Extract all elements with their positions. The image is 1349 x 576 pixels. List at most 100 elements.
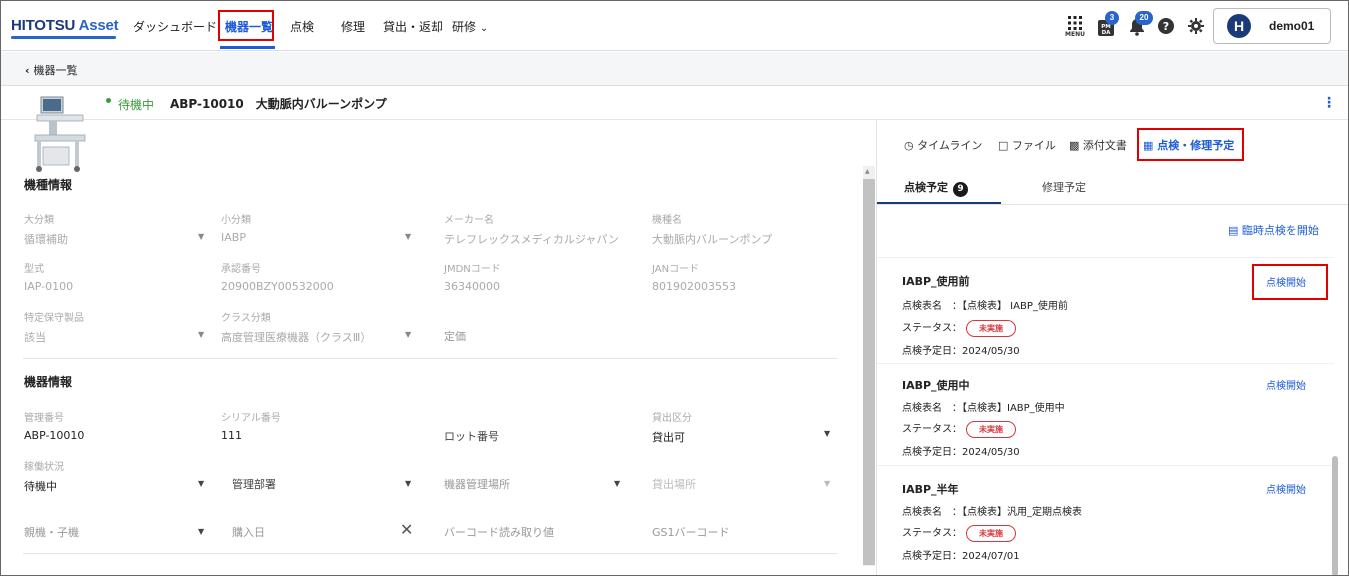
nav-loan-return[interactable]: 貸出・返却 — [383, 18, 443, 35]
nav-device-list[interactable]: 機器一覧 — [225, 18, 273, 35]
start-inspection-button[interactable]: 点検開始 — [1266, 481, 1306, 496]
status-badge: 未実施 — [966, 319, 1016, 337]
start-inspection-button[interactable]: 点検開始 — [1266, 377, 1306, 392]
lot-number-input[interactable]: ロット番号 — [444, 428, 499, 444]
dropdown-caret-icon[interactable]: ▼ — [198, 479, 204, 488]
dropdown-caret-icon[interactable]: ▼ — [198, 232, 204, 241]
section-device-info: 機器情報 — [24, 375, 73, 389]
inspection-status: ステータス： 未実施 — [902, 524, 1016, 542]
adhoc-inspection-button[interactable]: ▤ 臨時点検を開始 — [1228, 222, 1319, 238]
inspection-table-name: 点検表名 ：【点検表】 IABP_使用前 — [902, 297, 1068, 312]
divider — [23, 358, 837, 359]
tab-label: ファイル — [1011, 139, 1056, 152]
tab-inspection-repair-schedule[interactable]: ▦ 点検・修理予定 — [1143, 137, 1234, 153]
department-select[interactable]: 管理部署 — [232, 476, 276, 492]
field-type[interactable]: 型式 IAP-0100 — [24, 260, 73, 293]
avatar: H — [1227, 14, 1251, 38]
gear-icon[interactable] — [1187, 17, 1205, 35]
field-operation-status[interactable]: 稼働状況 待機中 — [24, 458, 64, 494]
subtab-inspection-schedule[interactable]: 点検予定 9 — [904, 179, 968, 197]
start-inspection-button[interactable]: 点検開始 — [1266, 274, 1306, 289]
back-link[interactable]: ‹ 機器一覧 — [25, 62, 78, 78]
scroll-up-icon[interactable]: ▲ — [865, 168, 870, 175]
nav-inspection[interactable]: 点検 — [290, 18, 314, 35]
inspection-date: 点検予定日：2024/05/30 — [902, 342, 1020, 357]
dropdown-caret-icon[interactable]: ▼ — [614, 479, 620, 488]
subtab-repair-schedule[interactable]: 修理予定 — [1042, 179, 1086, 195]
field-loan-category[interactable]: 貸出区分 貸出可 — [652, 409, 692, 445]
back-bar: ‹ 機器一覧 — [1, 52, 1348, 86]
dropdown-caret-icon[interactable]: ▼ — [824, 479, 830, 488]
status-dot-icon — [106, 98, 111, 103]
divider — [23, 553, 837, 554]
nav-training-label: 研修 — [452, 20, 477, 34]
line-label: ステータス — [902, 323, 952, 334]
field-management-number[interactable]: 管理番号 ABP-10010 — [24, 409, 84, 442]
bell-icon[interactable]: 20 — [1126, 11, 1153, 39]
loan-place-select[interactable]: 貸出場所 — [652, 476, 696, 492]
price-input[interactable]: 定価 — [444, 328, 466, 344]
dropdown-caret-icon[interactable]: ▼ — [405, 330, 411, 339]
inspection-card-title: IABP_使用前 — [902, 275, 970, 288]
field-value: 20900BZY00532000 — [221, 280, 334, 293]
field-jan-code[interactable]: JANコード 801902003553 — [652, 260, 736, 293]
field-specific-maintenance[interactable]: 特定保守製品 該当 — [24, 309, 84, 345]
device-status: 待機中 — [118, 98, 155, 112]
field-major-category[interactable]: 大分類 循環補助 — [24, 211, 68, 247]
pm-da-icon[interactable]: PM DA 3 — [1094, 11, 1119, 39]
scrollbar-thumb[interactable] — [863, 179, 875, 565]
field-label: 大分類 — [24, 215, 54, 226]
field-value: IABP — [221, 231, 246, 244]
line-value: ：2024/07/01 — [952, 551, 1020, 562]
field-label: 型式 — [24, 264, 44, 275]
inspection-card-title: IABP_半年 — [902, 483, 959, 496]
nav-repair[interactable]: 修理 — [341, 18, 365, 35]
nav-training[interactable]: 研修 ⌄ — [452, 18, 488, 35]
field-label: 承認番号 — [221, 264, 261, 275]
field-approval-number[interactable]: 承認番号 20900BZY00532000 — [221, 260, 334, 293]
device-header: 待機中 ABP-10010 大動脈内バルーンポンプ ⋮ — [1, 86, 1348, 120]
dropdown-caret-icon[interactable]: ▼ — [198, 527, 204, 536]
line-value: ：2024/05/30 — [952, 447, 1020, 458]
dropdown-caret-icon[interactable]: ▼ — [824, 429, 830, 438]
clear-icon[interactable]: ✕ — [400, 520, 413, 539]
document-icon: ▩ — [1069, 139, 1080, 152]
parent-child-select[interactable]: 親機・子機 — [24, 524, 79, 540]
logo[interactable]: HITOTSU Asset — [11, 17, 119, 34]
location-select[interactable]: 機器管理場所 — [444, 476, 510, 492]
menu-grid-icon[interactable]: MENU — [1064, 14, 1086, 40]
dropdown-caret-icon[interactable]: ▼ — [198, 330, 204, 339]
tab-timeline[interactable]: ◷ タイムライン — [904, 137, 982, 153]
line-label: 点検予定日 — [902, 447, 952, 458]
tab-files[interactable]: □ ファイル — [998, 137, 1056, 153]
barcode-input[interactable]: バーコード読み取り値 — [444, 524, 554, 540]
inspection-status: ステータス： 未実施 — [902, 420, 1016, 438]
more-vert-icon[interactable]: ⋮ — [1322, 95, 1336, 111]
dropdown-caret-icon[interactable]: ▼ — [405, 479, 411, 488]
logo-asset: Asset — [78, 17, 119, 34]
right-scrollbar-thumb[interactable] — [1332, 456, 1338, 575]
nav-dashboard[interactable]: ダッシュボード — [133, 18, 217, 35]
line-label: ステータス — [902, 528, 952, 539]
field-minor-category[interactable]: 小分類 IABP — [221, 211, 251, 244]
purchase-date-input[interactable]: 購入日 — [232, 524, 265, 540]
gs1-barcode-input[interactable]: GS1バーコード — [652, 524, 730, 540]
divider — [877, 363, 1334, 364]
clipboard-icon: ▤ — [1228, 224, 1239, 237]
line-value: ：【点検表】汎用_定期点検表 — [952, 507, 1082, 518]
subtab-divider — [877, 204, 1348, 205]
subtab-label: 点検予定 — [904, 181, 948, 194]
field-maker[interactable]: メーカー名 テレフレックスメディカルジャパン — [444, 211, 619, 247]
user-menu[interactable]: H demo01 — [1213, 8, 1331, 44]
field-serial-number[interactable]: シリアル番号 111 — [221, 409, 281, 442]
dropdown-caret-icon[interactable]: ▼ — [405, 232, 411, 241]
field-jmdn-code[interactable]: JMDNコード 36340000 — [444, 260, 501, 293]
tab-attached-docs[interactable]: ▩ 添付文書 — [1069, 137, 1127, 153]
inspection-table-name: 点検表名 ：【点検表】IABP_使用中 — [902, 399, 1065, 414]
logo-underline — [11, 36, 116, 39]
field-class[interactable]: クラス分類 高度管理医療機器（クラスⅢ） — [221, 309, 371, 345]
field-model-name[interactable]: 機種名 大動脈内バルーンポンプ — [652, 211, 772, 247]
inspection-date: 点検予定日：2024/07/01 — [902, 547, 1020, 562]
field-value: 36340000 — [444, 280, 500, 293]
help-icon[interactable]: ? — [1157, 17, 1175, 35]
